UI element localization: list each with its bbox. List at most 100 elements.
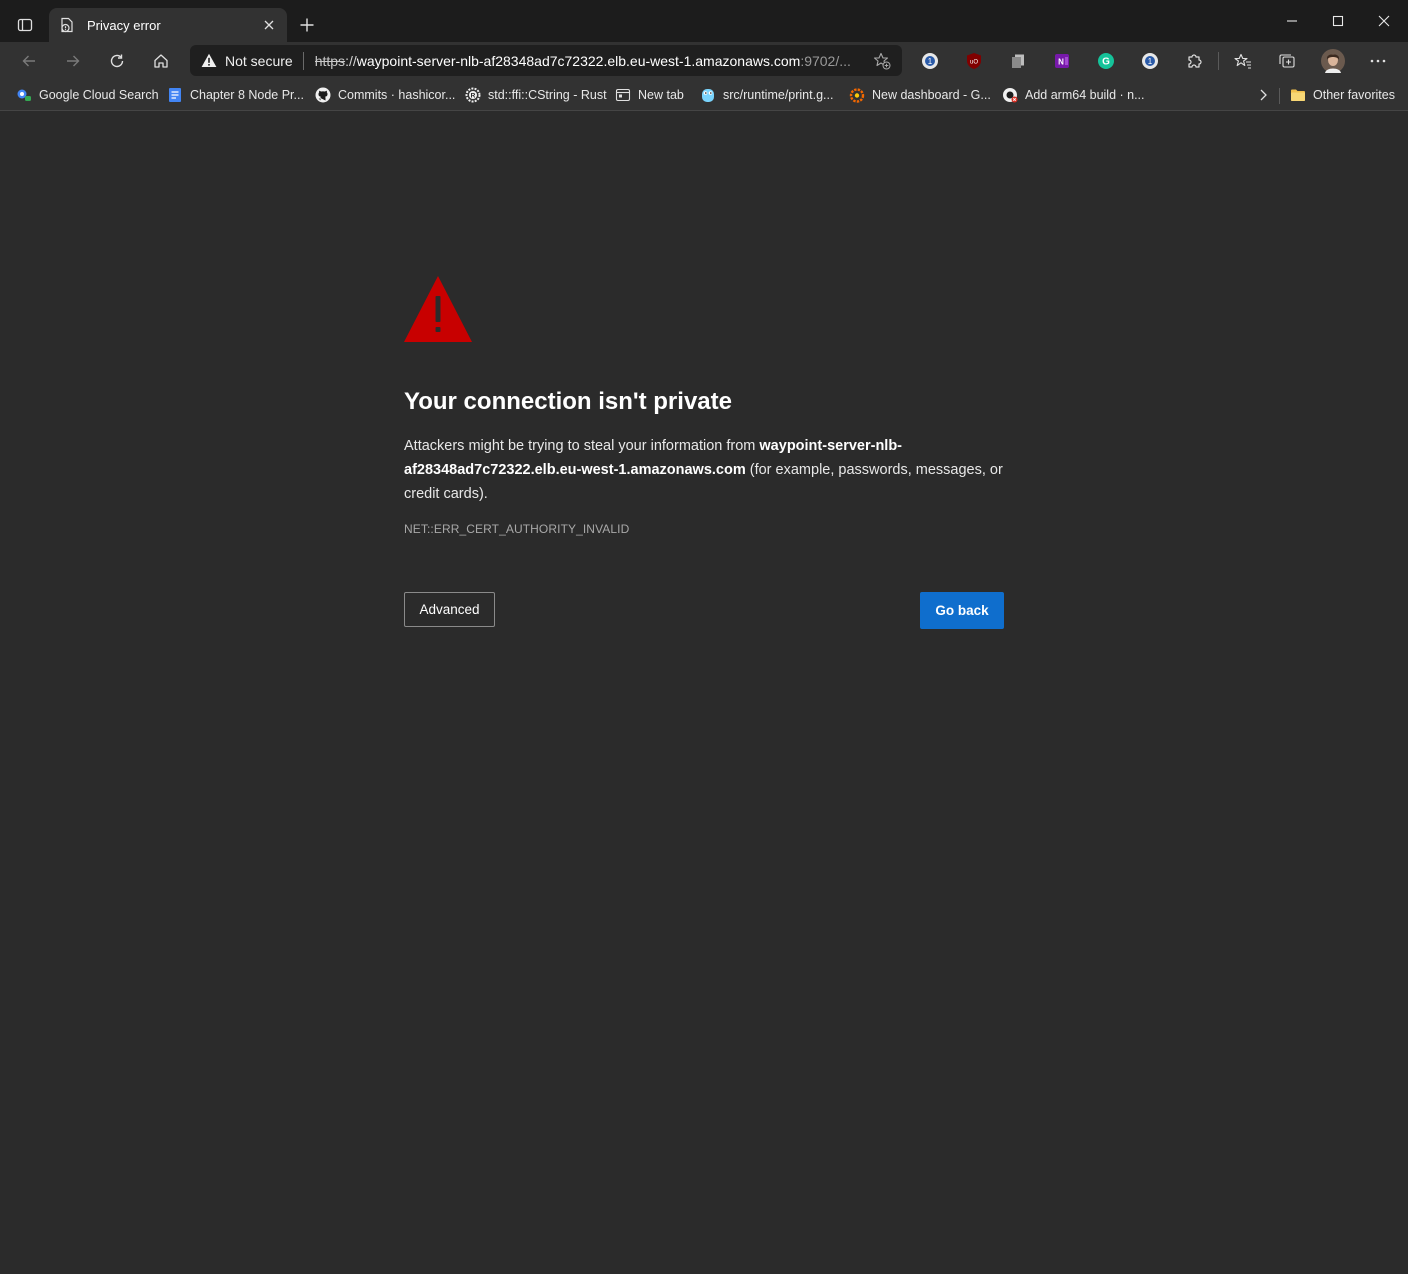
- url-rest: :9702/...: [800, 52, 851, 69]
- bookmark-chapter-8[interactable]: Chapter 8 Node Pr...: [167, 84, 304, 106]
- maximize-icon: [1332, 15, 1344, 27]
- close-window-button[interactable]: [1361, 8, 1407, 34]
- tab-privacy-error[interactable]: Privacy error: [49, 8, 287, 42]
- url-text[interactable]: https://waypoint-server-nlb-af28348ad7c7…: [315, 53, 866, 69]
- bookmark-commits-hashicorp[interactable]: Commits · hashicor...: [315, 84, 455, 106]
- favorites-bar: Google Cloud Search Chapter 8 Node Pr...…: [0, 80, 1408, 111]
- new-tab-button[interactable]: [294, 12, 320, 38]
- grammarly-icon: G: [1098, 53, 1114, 69]
- other-favorites-folder[interactable]: Other favorites: [1290, 84, 1395, 106]
- avatar: [1321, 49, 1345, 73]
- bookmark-label: std::ffi::CString - Rust: [488, 88, 607, 102]
- bookmark-label: Add arm64 build · n...: [1025, 88, 1145, 102]
- back-button[interactable]: [13, 45, 45, 77]
- page-content: Your connection isn't private Attackers …: [0, 112, 1408, 1274]
- ellipsis-icon: [1370, 59, 1386, 63]
- settings-more-button[interactable]: [1365, 48, 1391, 74]
- tampermonkey-icon: 1: [922, 53, 938, 69]
- bookmark-label: New tab: [638, 88, 684, 102]
- security-indicator[interactable]: Not secure: [190, 45, 303, 76]
- extension-onenote-button[interactable]: N: [1049, 48, 1075, 74]
- go-gopher-icon: [700, 87, 716, 103]
- home-icon: [154, 54, 168, 68]
- grafana-icon: [849, 87, 865, 103]
- document-warning-icon: [58, 16, 76, 34]
- add-favorite-button[interactable]: [866, 47, 898, 75]
- tab-actions-button[interactable]: [10, 12, 40, 38]
- minimize-icon: [1287, 20, 1297, 22]
- chevron-right-icon: [1260, 89, 1267, 101]
- bookmark-label: Commits · hashicor...: [338, 88, 456, 102]
- tampermonkey-icon: 1: [1142, 53, 1158, 69]
- home-button[interactable]: [145, 45, 177, 77]
- bookmarks-separator: [1279, 88, 1280, 104]
- warning-triangle-icon: [404, 276, 472, 342]
- description-prefix: Attackers might be trying to steal your …: [404, 438, 760, 454]
- go-back-button[interactable]: Go back: [920, 592, 1004, 629]
- puzzle-piece-icon: [1188, 54, 1202, 68]
- omnibox-divider: [302, 51, 304, 70]
- arrow-right-icon: [67, 55, 80, 67]
- minimize-button[interactable]: [1269, 8, 1315, 34]
- svg-text:1: 1: [1148, 57, 1153, 66]
- svg-text:1: 1: [928, 57, 933, 66]
- other-favorites-label: Other favorites: [1313, 88, 1395, 102]
- tab-close-button[interactable]: [257, 13, 281, 37]
- svg-text:G: G: [1102, 57, 1110, 68]
- bookmarks-overflow-button[interactable]: [1252, 84, 1274, 106]
- error-code: NET::ERR_CERT_AUTHORITY_INVALID: [404, 522, 630, 536]
- warning-triangle-icon: [201, 53, 217, 67]
- extension-copy-button[interactable]: [1005, 48, 1031, 74]
- favorites-button[interactable]: [1230, 48, 1256, 74]
- ublock-origin-icon: uO: [967, 53, 981, 69]
- collections-button[interactable]: [1274, 48, 1300, 74]
- bookmark-label: New dashboard - G...: [872, 88, 991, 102]
- url-separator: ://: [345, 52, 357, 69]
- google-docs-icon: [167, 87, 183, 103]
- new-tab-icon: [615, 87, 631, 103]
- onenote-icon: N: [1055, 54, 1069, 68]
- copy-pages-icon: [1012, 54, 1024, 68]
- bookmark-label: Chapter 8 Node Pr...: [190, 88, 304, 102]
- plus-icon: [300, 18, 314, 32]
- maximize-button[interactable]: [1315, 8, 1361, 34]
- bookmark-std-ffi-cstring[interactable]: R std::ffi::CString - Rust: [465, 84, 607, 106]
- bookmark-label: Google Cloud Search: [39, 88, 159, 102]
- url-host: waypoint-server-nlb-af28348ad7c72322.elb…: [356, 52, 801, 69]
- star-add-icon: [873, 52, 891, 69]
- github-icon: [315, 87, 331, 103]
- svg-text:N: N: [1058, 58, 1064, 67]
- bookmark-label: src/runtime/print.g...: [723, 88, 834, 102]
- close-icon: [1378, 15, 1390, 27]
- bookmark-new-dashboard[interactable]: New dashboard - G...: [849, 84, 991, 106]
- address-bar[interactable]: Not secure https://waypoint-server-nlb-a…: [190, 45, 902, 76]
- tab-actions-icon: [17, 18, 33, 32]
- extension-tampermonkey-button[interactable]: 1: [917, 48, 943, 74]
- profile-button[interactable]: [1320, 48, 1346, 74]
- extensions-button[interactable]: [1181, 48, 1207, 74]
- arrow-left-icon: [22, 55, 35, 67]
- tab-strip: Privacy error: [0, 0, 1408, 42]
- svg-text:uO: uO: [970, 60, 978, 66]
- tab-title: Privacy error: [87, 17, 161, 33]
- extension-ublock-button[interactable]: uO: [961, 48, 987, 74]
- close-icon: [264, 20, 274, 30]
- collections-icon: [1279, 54, 1295, 68]
- advanced-button[interactable]: Advanced: [404, 592, 495, 627]
- page-title: Your connection isn't private: [404, 388, 732, 415]
- bookmark-add-arm64-build[interactable]: Add arm64 build · n...: [1002, 84, 1145, 106]
- favorites-star-list-icon: [1234, 53, 1251, 69]
- bookmark-new-tab[interactable]: New tab: [615, 84, 684, 106]
- forward-button[interactable]: [57, 45, 89, 77]
- toolbar-separator: [1218, 52, 1219, 70]
- refresh-icon: [110, 54, 124, 68]
- github-pr-icon: [1002, 87, 1018, 103]
- error-description: Attackers might be trying to steal your …: [404, 434, 1004, 506]
- extension-grammarly-button[interactable]: G: [1093, 48, 1119, 74]
- bookmark-google-cloud-search[interactable]: Google Cloud Search: [16, 84, 159, 106]
- refresh-button[interactable]: [101, 45, 133, 77]
- bookmark-src-runtime-print[interactable]: src/runtime/print.g...: [700, 84, 833, 106]
- extension-tampermonkey-2-button[interactable]: 1: [1137, 48, 1163, 74]
- google-cloud-search-icon: [16, 87, 32, 103]
- svg-text:R: R: [471, 93, 476, 100]
